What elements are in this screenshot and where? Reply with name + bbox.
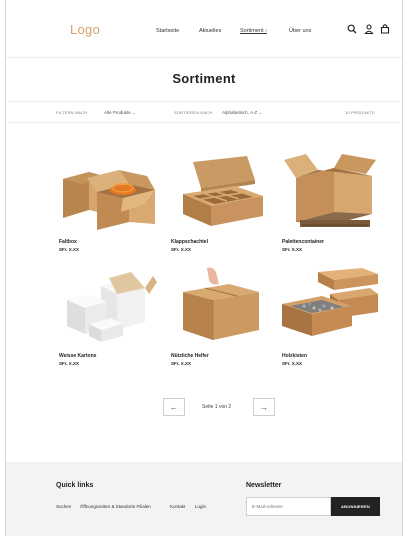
product-price: SFr. X.XX xyxy=(171,361,192,366)
product-name[interactable]: Faltbox xyxy=(59,239,157,245)
newsletter-title: Newsletter xyxy=(246,482,282,489)
chevron-down-icon: ⌄ xyxy=(258,110,263,115)
product-name[interactable]: Holzkisten xyxy=(282,353,380,359)
product-card[interactable]: Klappschachtel SFr. X.XX xyxy=(171,152,269,252)
pagination-prev-button[interactable]: ← xyxy=(163,398,185,416)
filter-bar: FILTERN NACH Alle Produkte ⌄ SORTIEREN N… xyxy=(6,101,402,123)
site-header: Logo Startseite Aktuelles Sortiment › Üb… xyxy=(6,0,402,58)
logo[interactable]: Logo xyxy=(70,22,100,37)
search-icon[interactable] xyxy=(347,24,357,34)
arrow-right-icon: → xyxy=(260,402,268,412)
product-image[interactable] xyxy=(282,152,380,230)
filter-label: FILTERN NACH xyxy=(56,110,88,115)
product-image[interactable] xyxy=(59,266,157,344)
arrow-left-icon: ← xyxy=(170,402,178,412)
product-image[interactable] xyxy=(59,152,157,230)
chevron-down-icon: ⌄ xyxy=(132,110,136,115)
product-price: SFr. X.XX xyxy=(282,361,303,366)
newsletter-email-input[interactable] xyxy=(246,497,331,516)
page-title: Sortiment xyxy=(172,71,236,86)
footer-link-suchen[interactable]: Suchen xyxy=(56,504,71,509)
product-card[interactable]: Weisse Kartons SFr. X.XX xyxy=(59,266,157,366)
nav-ueber-uns[interactable]: Über uns xyxy=(289,28,311,34)
footer-link-kontakt[interactable]: Kontakt xyxy=(170,504,185,509)
sort-select[interactable]: Alphabetisch, A-Z ⌄ xyxy=(222,110,262,116)
quick-links-title: Quick links xyxy=(56,482,94,489)
nav-startseite[interactable]: Startseite xyxy=(156,28,179,34)
pagination-next-button[interactable]: → xyxy=(253,398,275,416)
cart-icon[interactable] xyxy=(380,24,390,34)
product-image[interactable] xyxy=(171,266,269,344)
account-icon[interactable] xyxy=(364,24,374,34)
pagination-label: Seite 1 von 2 xyxy=(202,404,232,410)
product-price: SFr. X.XX xyxy=(282,247,303,252)
product-name[interactable]: Weisse Kartons xyxy=(59,353,157,359)
nav-sortiment[interactable]: Sortiment › xyxy=(240,28,267,34)
product-price: SFr. X.XX xyxy=(59,361,80,366)
product-name[interactable]: Palettencontainer xyxy=(282,239,380,245)
product-card[interactable]: Holzkisten SFr. X.XX xyxy=(282,266,380,366)
footer-link-oeffnungszeiten[interactable]: Öffnungszeiten & Standorte Filialen xyxy=(80,504,151,509)
product-card[interactable]: Nützliche Helfer SFr. X.XX xyxy=(171,266,269,366)
product-image[interactable] xyxy=(282,266,380,344)
page-frame: Logo Startseite Aktuelles Sortiment › Üb… xyxy=(5,0,403,536)
product-price: SFr. X.XX xyxy=(171,247,192,252)
product-name[interactable]: Nützliche Helfer xyxy=(171,353,269,359)
product-name[interactable]: Klappschachtel xyxy=(171,239,269,245)
nav-aktuelles[interactable]: Aktuelles xyxy=(199,28,221,34)
footer-link-login[interactable]: Login xyxy=(195,504,206,509)
product-count: 10 PRODUKTE xyxy=(345,110,375,115)
product-image[interactable] xyxy=(171,152,269,230)
product-card[interactable]: Palettencontainer SFr. X.XX xyxy=(282,152,380,252)
sort-label: SORTIEREN NACH xyxy=(174,110,213,115)
product-price: SFr. X.XX xyxy=(59,247,80,252)
subscribe-button[interactable]: ABONNIEREN xyxy=(331,497,380,516)
filter-select[interactable]: Alle Produkte ⌄ xyxy=(104,110,136,116)
product-card[interactable]: Faltbox SFr. X.XX xyxy=(59,152,157,252)
